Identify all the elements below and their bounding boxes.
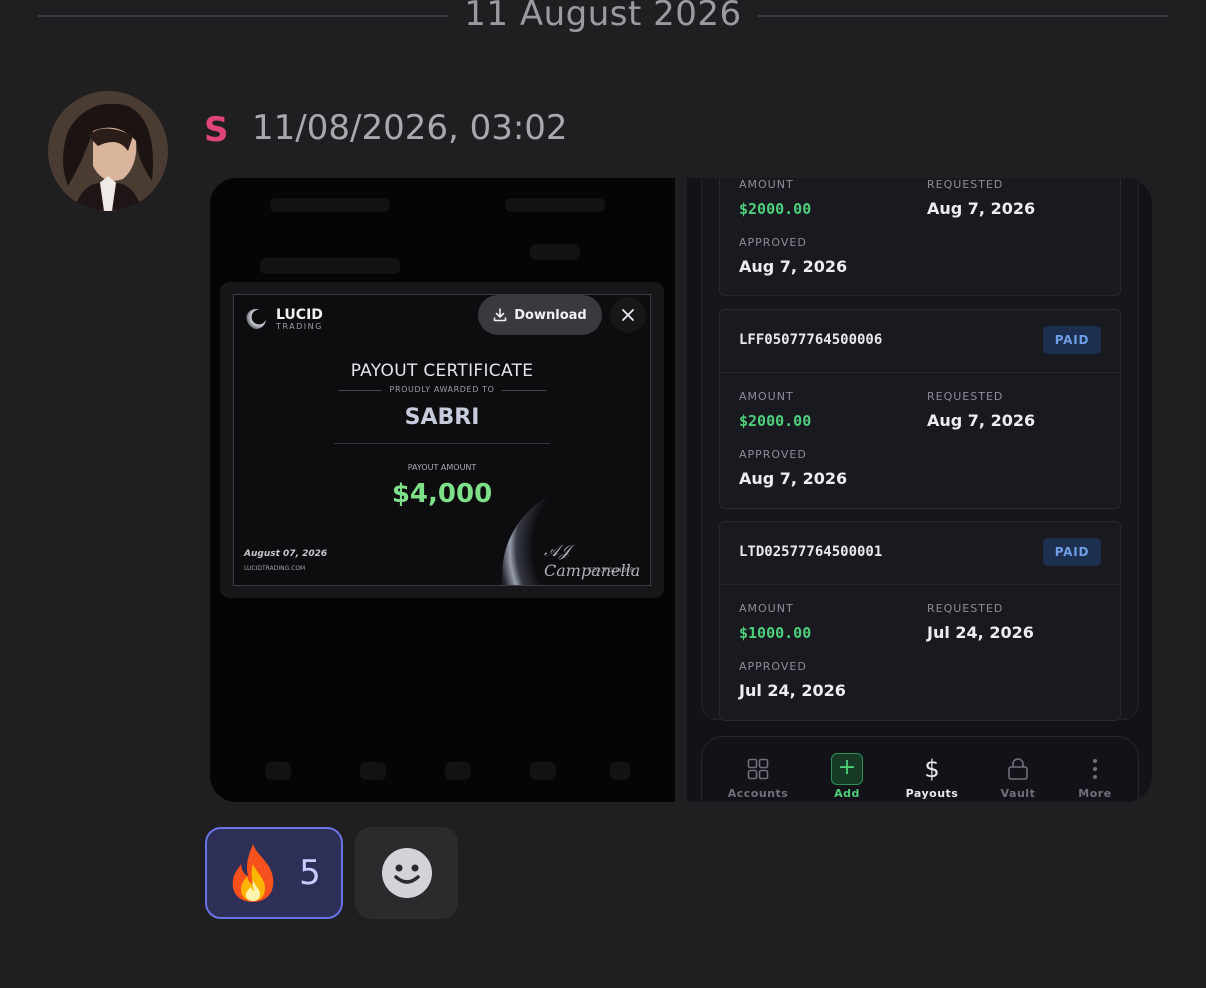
dollar-icon: $ — [924, 755, 940, 783]
certificate-date: August 07, 2026 — [244, 549, 328, 559]
attachment-certificate-image[interactable]: LUCID TRADING PAYOUT CERTIFICATE PROUDLY… — [210, 178, 675, 802]
approved-label: APPROVED — [739, 236, 807, 249]
payout-amount: $2000.00 — [739, 200, 812, 218]
close-icon — [622, 309, 634, 321]
payout-id: LTD02577764500001 — [739, 544, 883, 560]
chat-view: 11 August 2026 S 11/08/2026, 03:02 LUCID… — [0, 0, 1206, 988]
nav-label: Add — [834, 787, 860, 800]
certificate-website: LUCIDTRADING.COM — [244, 565, 306, 572]
avatar[interactable] — [48, 91, 168, 211]
nav-vault[interactable]: Vault — [983, 755, 1053, 800]
plus-icon: + — [831, 753, 863, 785]
message-timestamp: 11/08/2026, 03:02 — [252, 108, 568, 148]
approved-label: APPROVED — [739, 448, 807, 461]
reaction-fire[interactable]: 5 — [205, 827, 343, 919]
smiley-icon — [381, 848, 432, 898]
requested-label: REQUESTED — [927, 602, 1004, 615]
nav-accounts[interactable]: Accounts — [723, 755, 793, 800]
download-label: Download — [514, 307, 587, 323]
attachment-payouts-screenshot[interactable]: AMOUNT REQUESTED $2000.00 Aug 7, 2026 AP… — [687, 178, 1152, 802]
download-button[interactable]: Download — [478, 295, 602, 335]
nav-more[interactable]: More — [1060, 755, 1130, 800]
payout-card-header: LFF05077764500006 PAID — [720, 310, 1120, 373]
requested-label: REQUESTED — [927, 390, 1004, 403]
dim-background-nav — [530, 762, 556, 780]
signer-role: CEO, FOUNDER — [588, 567, 635, 574]
lock-icon — [1008, 758, 1028, 780]
payout-card: LFF05077764500006 PAID AMOUNT REQUESTED … — [719, 309, 1121, 509]
amount-label: AMOUNT — [739, 390, 794, 403]
signature: 𝒜𝒥 Campanella — [544, 541, 641, 580]
more-vertical-icon — [1093, 759, 1097, 779]
certificate-modal: LUCID TRADING PAYOUT CERTIFICATE PROUDLY… — [220, 282, 664, 598]
recipient-name: SABRI — [404, 405, 480, 430]
payout-certificate: LUCID TRADING PAYOUT CERTIFICATE PROUDLY… — [233, 294, 651, 586]
dim-background-nav — [360, 762, 386, 780]
awarded-label: PROUDLY AWARDED TO — [389, 385, 495, 394]
approved-label: APPROVED — [739, 660, 807, 673]
requested-date: Jul 24, 2026 — [927, 623, 1034, 642]
payout-amount: $1000.00 — [739, 624, 812, 642]
dim-background-nav — [265, 762, 291, 780]
lucid-logo-icon — [246, 309, 266, 329]
payout-card-header: LTD02577764500001 PAID — [720, 522, 1120, 585]
reaction-count: 5 — [299, 853, 321, 893]
dim-background-text — [260, 258, 400, 274]
amount-label: AMOUNT — [739, 178, 794, 191]
download-icon — [493, 308, 507, 322]
payout-card: LTD02577764500001 PAID AMOUNT REQUESTED … — [719, 521, 1121, 721]
nav-add[interactable]: + Add — [812, 753, 882, 800]
dim-background-nav — [445, 762, 471, 780]
status-badge: PAID — [1043, 326, 1101, 354]
payout-card: AMOUNT REQUESTED $2000.00 Aug 7, 2026 AP… — [719, 178, 1121, 296]
nav-label: Payouts — [905, 787, 959, 800]
nav-label: Vault — [1000, 787, 1036, 800]
requested-date: Aug 7, 2026 — [927, 411, 1036, 430]
dim-background-text — [270, 198, 390, 212]
requested-label: REQUESTED — [927, 178, 1004, 191]
fire-emoji-icon — [232, 844, 274, 902]
certificate-title: PAYOUT CERTIFICATE — [350, 361, 534, 381]
requested-date: Aug 7, 2026 — [927, 199, 1036, 218]
nav-payouts[interactable]: $ Payouts — [897, 755, 967, 800]
amount-label: PAYOUT AMOUNT — [407, 463, 477, 472]
approved-date: Aug 7, 2026 — [739, 469, 848, 488]
date-divider: 11 August 2026 — [38, 0, 1168, 36]
payout-id: LFF05077764500006 — [739, 332, 883, 348]
bottom-nav: Accounts + Add $ Payouts Vault More — [701, 736, 1139, 802]
nav-label: More — [1078, 787, 1112, 800]
dim-background-nav — [610, 762, 630, 780]
approved-date: Jul 24, 2026 — [739, 681, 846, 700]
logo-subtitle: TRADING — [276, 322, 323, 331]
grid-icon — [747, 758, 769, 780]
divider-line-right — [758, 15, 1168, 17]
amount-label: AMOUNT — [739, 602, 794, 615]
add-reaction-button[interactable] — [355, 827, 458, 919]
certificate-divider — [334, 443, 550, 444]
message-author[interactable]: S — [204, 110, 229, 150]
status-badge: PAID — [1043, 538, 1101, 566]
close-button[interactable] — [610, 297, 646, 333]
logo-name: LUCID — [276, 307, 323, 323]
avatar-image — [48, 91, 168, 211]
dim-background-text — [530, 244, 580, 260]
dim-background-text — [505, 198, 605, 212]
approved-date: Aug 7, 2026 — [739, 257, 848, 276]
payout-amount: $2000.00 — [739, 412, 812, 430]
divider-date: 11 August 2026 — [464, 0, 742, 34]
nav-label: Accounts — [727, 787, 789, 800]
divider-line-left — [38, 15, 448, 17]
